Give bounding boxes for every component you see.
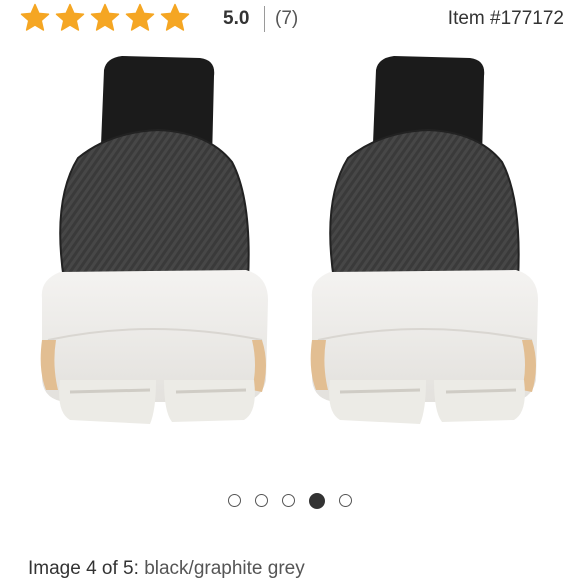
image-caption: Image 4 of 5: black/graphite grey xyxy=(28,558,305,580)
rating-score: 5.0 xyxy=(223,8,250,29)
product-gallery-page: 5.0 (7) Item #177172 Image 4 of 5: black… xyxy=(0,0,580,580)
carousel-dot-5[interactable] xyxy=(339,494,352,507)
star-icon xyxy=(125,3,155,33)
caption-position: Image 4 of 5: xyxy=(28,558,139,579)
caption-color-name: black/graphite grey xyxy=(144,558,305,579)
carousel-dot-1[interactable] xyxy=(228,494,241,507)
carousel-dot-2[interactable] xyxy=(255,494,268,507)
carousel-dot-4[interactable] xyxy=(309,492,325,509)
star-icon xyxy=(55,3,85,33)
star-icon xyxy=(160,3,190,33)
carousel-dots xyxy=(0,492,580,509)
star-icon xyxy=(90,3,120,33)
carousel-dot-3[interactable] xyxy=(282,494,295,507)
shoe-pair-illustration xyxy=(40,56,538,424)
review-count-link[interactable]: (7) xyxy=(275,8,298,30)
product-image[interactable] xyxy=(0,40,580,480)
left-shoe xyxy=(40,56,269,424)
rating-row: 5.0 (7) Item #177172 xyxy=(0,0,580,40)
star-icon xyxy=(20,3,50,33)
rating-divider xyxy=(264,6,265,32)
item-number: Item #177172 xyxy=(447,8,564,29)
star-rating[interactable] xyxy=(20,3,190,33)
right-shoe xyxy=(310,56,538,424)
